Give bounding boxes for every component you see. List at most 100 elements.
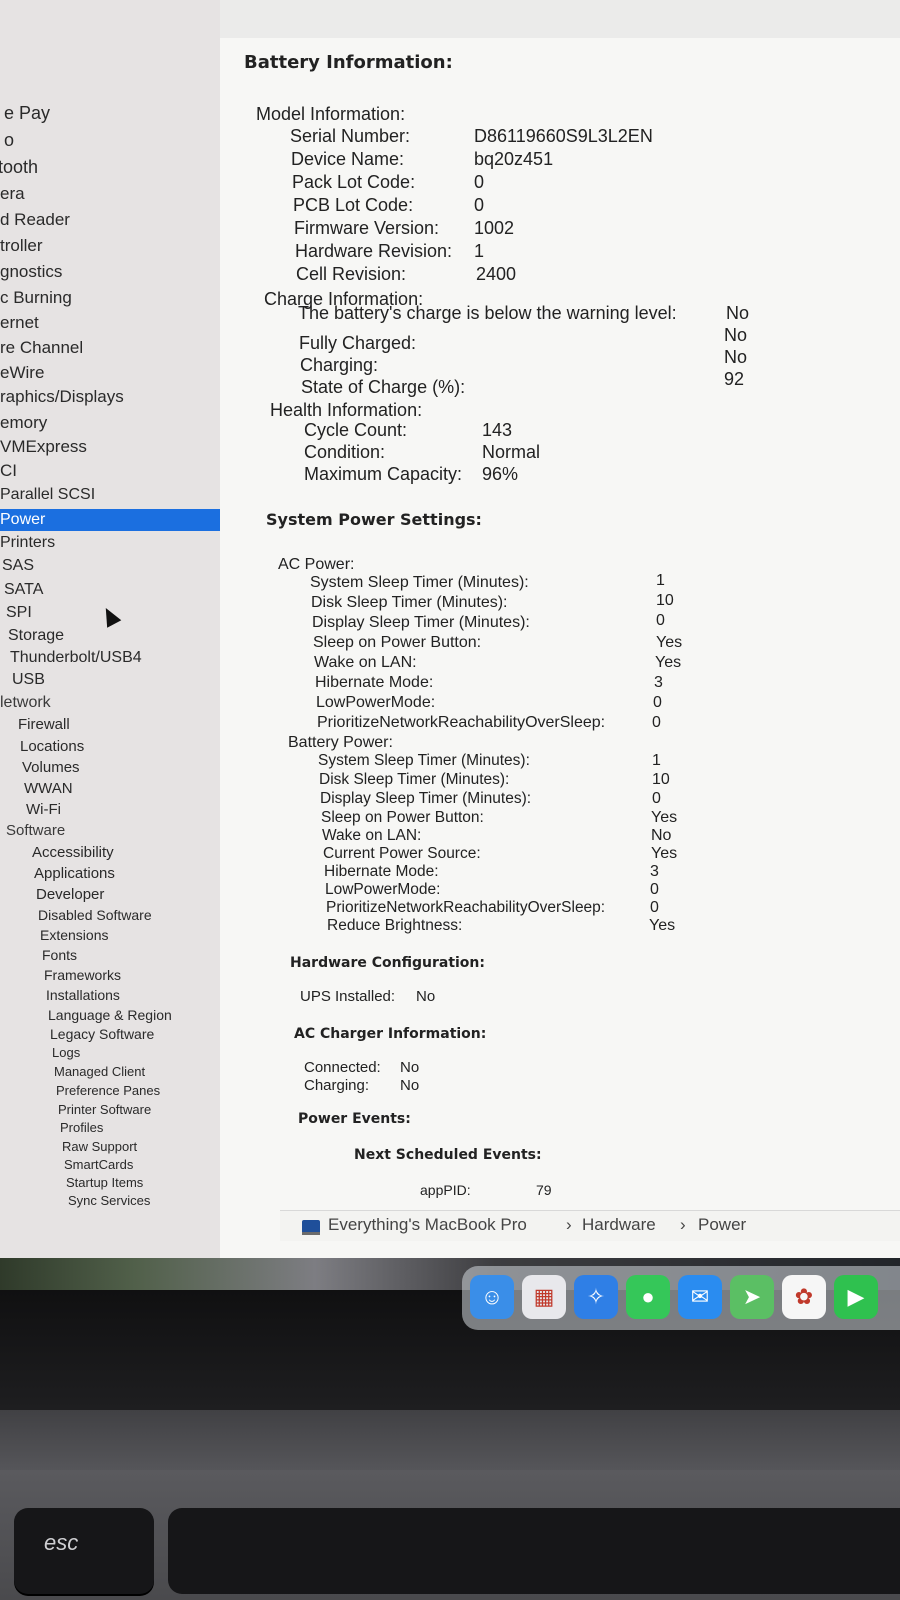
sidebar-item-smartcards[interactable]: SmartCards	[64, 1155, 133, 1175]
safari-icon[interactable]: ✧	[574, 1275, 618, 1319]
sidebar-item-disabled-software[interactable]: Disabled Software	[38, 905, 152, 925]
facetime-icon[interactable]: ▶	[834, 1275, 878, 1319]
sidebar-item-emory[interactable]: emory	[0, 413, 47, 433]
model-info-value: bq20z451	[474, 149, 554, 169]
ac-power-key: System Sleep Timer (Minutes):	[310, 574, 529, 591]
battery-power-value: Yes	[651, 809, 678, 826]
sidebar-item-language-region[interactable]: Language & Region	[48, 1005, 172, 1025]
sidebar-item-volumes[interactable]: Volumes	[22, 758, 80, 778]
model-info-key: Hardware Revision:	[295, 241, 453, 261]
model-info-key: Device Name:	[291, 149, 405, 169]
sidebar-item-spi[interactable]: SPI	[6, 603, 32, 623]
sidebar-item-preference-panes[interactable]: Preference Panes	[56, 1081, 160, 1101]
sidebar-item-profiles[interactable]: Profiles	[60, 1118, 103, 1138]
mail-icon[interactable]: ✉	[678, 1275, 722, 1319]
ac-power-key: Wake on LAN:	[314, 654, 417, 671]
ac-power-value: Yes	[656, 634, 683, 651]
model-info-key: Serial Number:	[290, 126, 411, 146]
computer-icon	[302, 1220, 320, 1235]
ac-power-value: 0	[652, 714, 661, 731]
charge-info-value: 92	[724, 369, 745, 389]
sidebar-item-letwork[interactable]: letwork	[0, 693, 51, 713]
ac-power-key: PrioritizeNetworkReachabilityOverSleep:	[317, 714, 606, 731]
ac-power-value: 3	[654, 674, 663, 691]
breadcrumb-separator: ›	[566, 1215, 572, 1234]
model-info-key: Firmware Version:	[294, 218, 440, 238]
model-info-key: Pack Lot Code:	[292, 172, 416, 192]
ac-power-key: LowPowerMode:	[316, 694, 436, 711]
ac-power-key: Sleep on Power Button:	[313, 634, 482, 651]
ac-power-value: 10	[656, 592, 674, 609]
ups-installed-value: No	[416, 988, 436, 1005]
sidebar-item-o[interactable]: o	[4, 130, 14, 150]
sidebar-item-power[interactable]: Power	[0, 509, 220, 531]
breadcrumb-computer[interactable]: Everything's MacBook Pro	[328, 1215, 527, 1235]
sidebar-item-logs[interactable]: Logs	[52, 1043, 80, 1063]
sidebar-item-ci[interactable]: CI	[0, 461, 17, 481]
sidebar-item-raw-support[interactable]: Raw Support	[62, 1137, 137, 1157]
sidebar-item-legacy-software[interactable]: Legacy Software	[50, 1024, 154, 1044]
sidebar-item-ernet[interactable]: ernet	[0, 313, 39, 333]
launchpad-icon[interactable]: ▦	[522, 1275, 566, 1319]
battery-power-key: Current Power Source:	[323, 845, 481, 862]
breadcrumb-hardware[interactable]: Hardware	[582, 1215, 656, 1235]
ups-installed-label: UPS Installed:	[300, 988, 396, 1005]
battery-power-key: PrioritizeNetworkReachabilityOverSleep:	[326, 899, 606, 916]
battery-power-key: Reduce Brightness:	[327, 917, 463, 934]
sidebar-item-sas[interactable]: SAS	[2, 556, 34, 576]
sidebar-item-wi-fi[interactable]: Wi-Fi	[26, 800, 61, 820]
model-info-value: 2400	[476, 264, 517, 284]
breadcrumb-power[interactable]: Power	[698, 1215, 746, 1235]
sidebar-item-usb[interactable]: USB	[12, 670, 45, 690]
sidebar-item-accessibility[interactable]: Accessibility	[32, 843, 114, 863]
dock: ☺ ▦ ✧ ● ✉ ➤ ✿ ▶	[462, 1266, 900, 1330]
sidebar-item-troller[interactable]: troller	[0, 236, 43, 256]
system-information-window: e Pay o tooth era d Reader troller gnostics c B…	[0, 0, 900, 1258]
ac-charging-label: Charging:	[304, 1077, 370, 1094]
sidebar-item-era[interactable]: era	[0, 184, 25, 204]
sidebar-item-storage[interactable]: Storage	[8, 626, 64, 646]
sidebar-item-raphics-displays[interactable]: raphics/Displays	[0, 387, 124, 407]
ac-power-value: 0	[653, 694, 662, 711]
sidebar-item-gnostics[interactable]: gnostics	[0, 262, 62, 282]
sidebar-item-managed-client[interactable]: Managed Client	[54, 1062, 145, 1082]
ac-power-key: Display Sleep Timer (Minutes):	[312, 614, 530, 631]
sidebar-item-wwan[interactable]: WWAN	[24, 779, 73, 799]
messages-icon[interactable]: ●	[626, 1275, 670, 1319]
photos-icon[interactable]: ✿	[782, 1275, 826, 1319]
sidebar-item-ewire[interactable]: eWire	[0, 363, 44, 383]
finder-icon[interactable]: ☺	[470, 1275, 514, 1319]
sidebar-item-fonts[interactable]: Fonts	[42, 945, 77, 965]
sidebar-item-developer[interactable]: Developer	[36, 885, 104, 905]
function-key-row[interactable]	[168, 1508, 900, 1594]
sidebar-item-parallel-scsi[interactable]: Parallel SCSI	[0, 485, 95, 505]
sidebar-item-frameworks[interactable]: Frameworks	[44, 965, 121, 985]
charge-info-key: The battery's charge is below the warnin…	[298, 303, 677, 323]
system-power-settings-heading: System Power Settings:	[266, 510, 482, 529]
maps-icon[interactable]: ➤	[730, 1275, 774, 1319]
sidebar-item-applications[interactable]: Applications	[34, 864, 115, 884]
sidebar-item-d-reader[interactable]: d Reader	[0, 210, 70, 230]
charge-info-key: State of Charge (%):	[301, 377, 466, 397]
battery-power-value: 0	[650, 881, 659, 898]
sidebar-item-c-burning[interactable]: c Burning	[0, 288, 72, 308]
sidebar-item-re-channel[interactable]: re Channel	[0, 338, 83, 358]
sidebar-item-tooth[interactable]: tooth	[0, 157, 38, 177]
sidebar-item-e-pay[interactable]: e Pay	[4, 103, 50, 123]
model-info-value: D86119660S9L3L2EN	[474, 126, 653, 146]
sidebar-item-sync-services[interactable]: Sync Services	[68, 1191, 150, 1211]
sidebar-item-printers[interactable]: Printers	[0, 533, 55, 553]
sidebar-item-startup-items[interactable]: Startup Items	[66, 1173, 143, 1193]
sidebar-item-printer-software[interactable]: Printer Software	[58, 1100, 151, 1120]
sidebar-item-thunderbolt-usb4[interactable]: Thunderbolt/USB4	[10, 648, 142, 668]
ac-charging-value: No	[400, 1077, 420, 1094]
sidebar-item-vmexpress[interactable]: VMExpress	[0, 437, 87, 457]
ac-power-value: 0	[656, 612, 665, 629]
sidebar-item-software[interactable]: Software	[6, 821, 65, 841]
sidebar-item-firewall[interactable]: Firewall	[18, 715, 70, 735]
esc-key[interactable]: esc	[14, 1508, 154, 1594]
sidebar-item-extensions[interactable]: Extensions	[40, 925, 108, 945]
sidebar-item-installations[interactable]: Installations	[46, 985, 120, 1005]
sidebar-item-sata[interactable]: SATA	[4, 580, 43, 600]
sidebar-item-locations[interactable]: Locations	[20, 737, 84, 757]
